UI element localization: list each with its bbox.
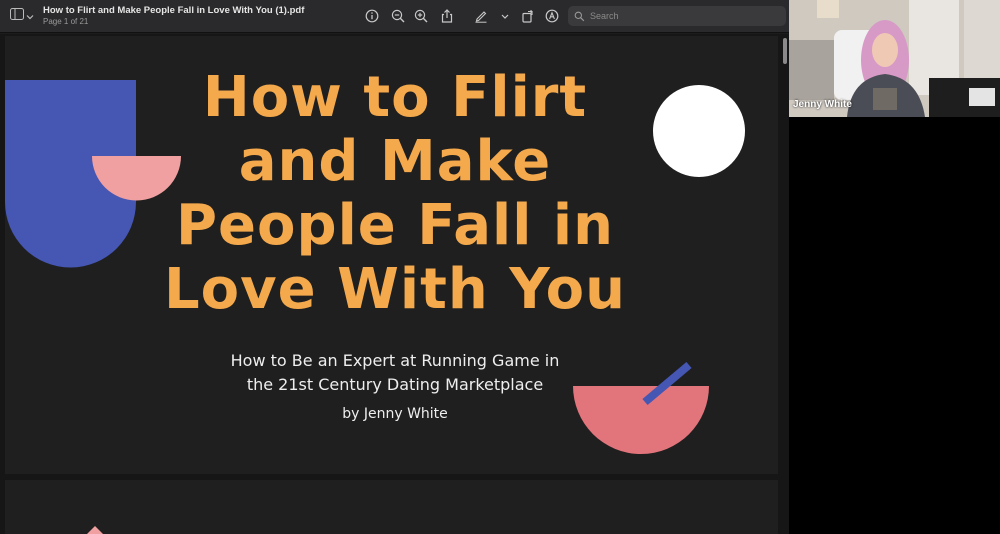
zoom-out-icon[interactable]	[391, 9, 405, 23]
sidebar-toggle-button[interactable]	[10, 8, 36, 24]
rotate-icon[interactable]	[521, 9, 535, 23]
document-info: How to Flirt and Make People Fall in Lov…	[43, 5, 304, 26]
page-indicator: Page 1 of 21	[43, 17, 89, 26]
slide-subtitle-line: the 21st Century Dating Marketplace	[246, 375, 544, 394]
slide-title: How to Flirt and Make People Fall in Lov…	[90, 66, 700, 322]
pdf-page-2-preview	[5, 480, 778, 534]
slide-title-line: People Fall in	[176, 193, 614, 258]
pdf-viewer-window: How to Flirt and Make People Fall in Lov…	[0, 0, 789, 534]
share-icon[interactable]	[440, 9, 454, 23]
slide-title-line: How to Flirt	[202, 65, 588, 130]
sidebar-icon	[10, 7, 24, 25]
chevron-down-icon	[26, 7, 34, 25]
markup-pen-icon[interactable]	[474, 9, 488, 23]
scrollbar-thumb[interactable]	[783, 38, 787, 64]
participant-name-label: Jenny White	[793, 99, 852, 110]
search-input[interactable]	[590, 11, 770, 21]
vertical-scrollbar[interactable]	[781, 34, 789, 534]
search-field[interactable]	[568, 6, 786, 26]
info-icon[interactable]	[365, 9, 379, 23]
slide-title-line: Love With You	[164, 257, 626, 322]
page-2-decoration	[87, 526, 103, 534]
zoom-in-icon[interactable]	[414, 9, 428, 23]
slide-subtitle-line: How to Be an Expert at Running Game in	[230, 351, 560, 370]
webcam-video-tile: Jenny White	[789, 0, 1000, 117]
slide-author: by Jenny White	[342, 406, 448, 422]
slide-subtitle: How to Be an Expert at Running Game in t…	[175, 349, 615, 397]
toolbar: How to Flirt and Make People Fall in Lov…	[0, 0, 789, 33]
markup-options-chevron-icon[interactable]	[498, 9, 512, 23]
annotate-icon[interactable]	[545, 9, 559, 23]
document-title: How to Flirt and Make People Fall in Lov…	[43, 5, 305, 16]
empty-video-area	[789, 117, 1000, 534]
search-icon	[574, 11, 585, 22]
document-area[interactable]: How to Flirt and Make People Fall in Lov…	[0, 34, 781, 534]
slide-title-line: and Make	[238, 129, 552, 194]
pdf-page-1: How to Flirt and Make People Fall in Lov…	[5, 36, 778, 474]
